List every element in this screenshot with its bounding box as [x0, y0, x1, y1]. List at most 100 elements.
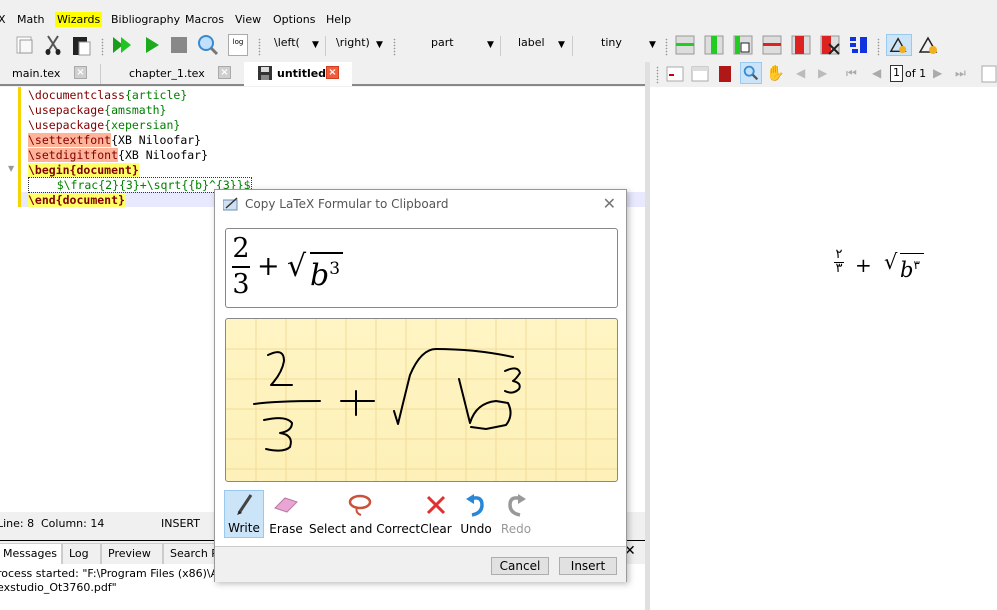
- rendered-radicand: b۳: [900, 253, 924, 281]
- code-line-8: \end{document}: [28, 193, 125, 207]
- main-toolbar: log \left(▼ \right) ▼ part ▼ label ▼ tiny ▼: [0, 32, 997, 58]
- close-icon[interactable]: ×: [218, 66, 231, 79]
- right-delimiter-dropdown[interactable]: \right) ▼: [336, 36, 388, 56]
- stop-icon[interactable]: [168, 34, 190, 56]
- preview-fraction: 2 3: [232, 233, 250, 300]
- tab-chapter-1-tex[interactable]: chapter_1.tex ×: [101, 62, 244, 86]
- dialog-footer: Cancel Insert: [215, 546, 626, 582]
- first-page-icon[interactable]: ⏮: [846, 66, 857, 81]
- write-button[interactable]: Write: [224, 490, 264, 538]
- chevron-down-icon: ▼: [312, 40, 319, 50]
- zoom-level-icon[interactable]: [980, 63, 997, 85]
- table-remove-column-icon[interactable]: [790, 34, 812, 56]
- build-and-view-icon[interactable]: [111, 34, 135, 56]
- math-panel-icon: [223, 197, 238, 211]
- tab-log[interactable]: Log: [62, 543, 101, 565]
- eraser-icon: [274, 497, 298, 513]
- undo-icon: [466, 494, 484, 517]
- cut-icon[interactable]: [42, 34, 64, 56]
- menu-math[interactable]: Math: [15, 12, 47, 27]
- forward-icon[interactable]: ▶: [818, 66, 827, 80]
- save-icon: [258, 66, 272, 80]
- menu-macros[interactable]: Macros: [183, 12, 226, 27]
- previous-page-icon[interactable]: ◀: [872, 66, 881, 80]
- menu-view[interactable]: View: [233, 12, 263, 27]
- clear-button[interactable]: Clear: [419, 490, 453, 538]
- menu-bibliography[interactable]: Bibliography: [109, 12, 182, 27]
- menu-help[interactable]: Help: [324, 12, 353, 27]
- math-input-dialog: Copy LaTeX Formular to Clipboard ✕ 2 3 +…: [214, 189, 627, 582]
- select-and-correct-button[interactable]: Select and Correct: [309, 490, 420, 538]
- handwriting-strokes: [226, 319, 617, 481]
- tab-untitled[interactable]: untitled ×: [244, 62, 352, 86]
- table-align-icon[interactable]: [848, 34, 870, 56]
- view-pdf-magnifier-icon[interactable]: [196, 34, 220, 56]
- preview-sqrt: √: [287, 249, 307, 284]
- redo-icon: [508, 494, 526, 517]
- undo-button[interactable]: Undo: [459, 490, 493, 538]
- code-line-3: \usepackage{xepersian}: [28, 118, 181, 132]
- chevron-down-icon: ▼: [376, 40, 383, 50]
- menu-wizards[interactable]: Wizards: [55, 12, 103, 27]
- auto-complete-icon[interactable]: [918, 34, 940, 56]
- next-page-icon[interactable]: ▶: [933, 66, 942, 80]
- menu-latex[interactable]: X: [0, 12, 8, 27]
- fold-arrow-icon[interactable]: ▼: [8, 164, 14, 173]
- status-line: Line: 8: [0, 517, 35, 530]
- tab-preview[interactable]: Preview: [101, 543, 163, 565]
- erase-button[interactable]: Erase: [267, 490, 305, 538]
- redo-button[interactable]: Redo: [499, 490, 533, 538]
- sectioning-dropdown[interactable]: part ▼: [431, 36, 499, 56]
- font-size-dropdown[interactable]: tiny ▼: [601, 36, 661, 56]
- cancel-button[interactable]: Cancel: [491, 557, 549, 575]
- pen-icon: [237, 494, 253, 515]
- menu-bar: X Math Wizards Bibliography Macros View …: [0, 10, 997, 30]
- code-line-2: \usepackage{amsmath}: [28, 103, 167, 117]
- pdf-viewer[interactable]: ۲ ۳ + √ b۳: [650, 87, 997, 610]
- reference-dropdown[interactable]: label ▼: [518, 36, 570, 56]
- code-line-4: \settextfont{XB Niloofar}: [28, 133, 202, 147]
- window-icon[interactable]: [690, 63, 710, 85]
- magnifier-tool-icon[interactable]: [740, 62, 762, 84]
- menu-options[interactable]: Options: [271, 12, 317, 27]
- table-add-row-icon[interactable]: [674, 34, 696, 56]
- chevron-down-icon: ▼: [487, 40, 494, 50]
- page-number-input[interactable]: 1: [890, 65, 903, 82]
- code-line-5: \setdigitfont{XB Niloofar}: [28, 148, 209, 162]
- table-remove-row-icon[interactable]: [761, 34, 783, 56]
- close-icon[interactable]: ×: [74, 66, 87, 79]
- auto-complete-toggle-icon[interactable]: [886, 34, 912, 56]
- left-delimiter-dropdown[interactable]: \left(▼: [274, 36, 324, 56]
- view-log-icon[interactable]: log: [228, 34, 248, 56]
- message-line: rocess started: "F:\Program Files (x86)\…: [0, 567, 239, 580]
- tab-main-tex[interactable]: main.tex ×: [0, 62, 100, 86]
- hand-tool-icon[interactable]: ✋: [766, 64, 785, 82]
- table-cut-column-icon[interactable]: [819, 34, 841, 56]
- dialog-title: Copy LaTeX Formular to Clipboard: [245, 197, 449, 211]
- editor-tab-bar: main.tex × chapter_1.tex × untitled ×: [0, 62, 645, 86]
- page-count: of 1: [905, 67, 927, 80]
- table-add-column-icon[interactable]: [703, 34, 725, 56]
- formula-preview: 2 3 + √ b3: [225, 228, 618, 308]
- paste-icon[interactable]: [70, 34, 92, 56]
- tab-messages[interactable]: Messages: [0, 543, 62, 565]
- close-icon[interactable]: ✕: [603, 194, 616, 213]
- insert-button[interactable]: Insert: [559, 557, 617, 575]
- last-page-icon[interactable]: ⏭: [955, 66, 966, 81]
- clear-x-icon: [426, 495, 446, 515]
- close-icon[interactable]: ×: [326, 66, 339, 79]
- copy-icon[interactable]: [14, 34, 36, 56]
- handwriting-canvas[interactable]: [225, 318, 618, 482]
- back-icon[interactable]: ◀: [796, 66, 805, 80]
- compile-icon[interactable]: [141, 34, 163, 56]
- chevron-down-icon: ▼: [649, 40, 656, 50]
- rendered-plus: +: [855, 253, 872, 277]
- preview-radicand: b3: [310, 252, 344, 291]
- pdf-toolbar: ✋ ◀ ▶ ⏮ ◀ 1 of 1 ▶ ⏭: [650, 62, 997, 86]
- table-paste-column-icon[interactable]: [732, 34, 754, 56]
- lasso-icon: [348, 494, 372, 516]
- code-line-6: \begin{document}: [28, 163, 139, 177]
- code-line-1: \documentclass{article}: [28, 88, 188, 102]
- toggle-structure-icon[interactable]: [665, 63, 685, 85]
- pdf-document-icon[interactable]: [715, 63, 735, 85]
